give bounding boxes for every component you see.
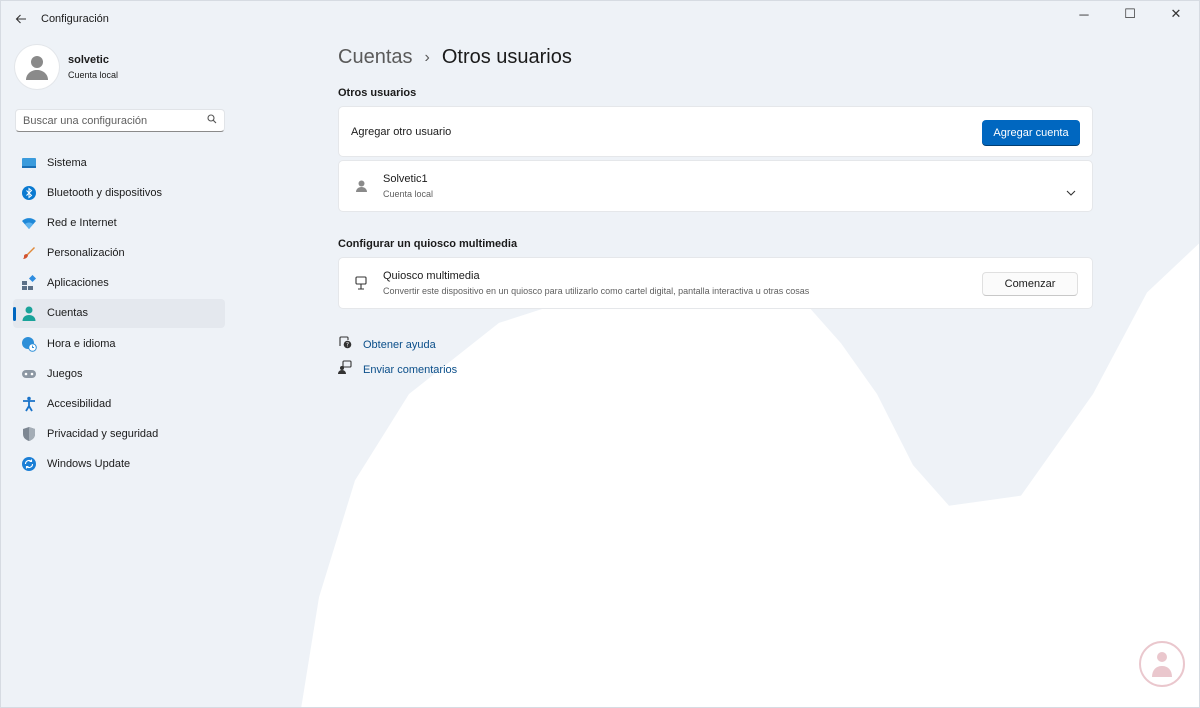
feedback-link-row[interactable]: Enviar comentarios [338,360,457,379]
sidebar-nav: Sistema Bluetooth y dispositivos Red e I… [13,148,225,480]
feedback-icon [338,360,352,379]
app-title: Configuración [41,13,109,25]
sidebar-item-windows-update[interactable]: Windows Update [13,450,225,479]
sidebar-item-personalizacion[interactable]: Personalización [13,239,225,268]
globe-clock-icon [21,336,37,352]
maximize-button[interactable]: ☐ [1107,1,1153,27]
sidebar-item-label: Windows Update [47,458,131,471]
user-account-type: Cuenta local [383,189,434,199]
title-bar: Configuración ─ ☐ ✕ [1,1,1199,37]
sidebar-item-juegos[interactable]: Juegos [13,359,225,388]
bluetooth-icon [21,185,37,201]
search-input[interactable] [23,114,207,127]
start-kiosk-button[interactable]: Comenzar [982,272,1078,296]
monitor-icon [21,155,37,171]
sidebar-item-label: Cuentas [47,307,88,320]
sidebar-item-aplicaciones[interactable]: Aplicaciones [13,269,225,298]
sidebar-item-label: Juegos [47,367,83,380]
sidebar-item-label: Bluetooth y dispositivos [47,186,162,199]
sidebar-item-cuentas[interactable]: Cuentas [13,298,225,328]
gamepad-icon [21,366,37,382]
sidebar-item-label: Aplicaciones [47,277,109,290]
person-icon [26,56,48,80]
sidebar-item-label: Accesibilidad [47,398,112,410]
add-user-label: Agregar otro usuario [351,125,452,138]
sidebar-item-label: Personalización [47,247,125,260]
accessibility-icon [21,396,37,412]
settings-window: Configuración ─ ☐ ✕ solvetic Cuenta loca… [0,0,1200,708]
sidebar-item-hora-idioma[interactable]: Hora e idioma [13,329,225,358]
shield-icon [21,426,37,442]
close-button[interactable]: ✕ [1153,1,1199,27]
search-icon[interactable] [207,114,217,127]
minimize-button[interactable]: ─ [1061,1,1107,27]
sidebar-item-sistema[interactable]: Sistema [13,148,225,177]
sidebar-item-label: Red e Internet [47,216,117,229]
sidebar-item-accesibilidad[interactable]: Accesibilidad [13,390,225,419]
chevron-right-icon: › [424,48,430,66]
profile-account-type: Cuenta local [68,70,119,80]
brush-icon [21,245,37,261]
sidebar-item-privacidad[interactable]: Privacidad y seguridad [13,420,225,449]
sidebar-item-label: Hora e idioma [47,337,116,350]
account-icon [21,305,37,322]
send-feedback-link[interactable]: Enviar comentarios [363,364,457,376]
help-icon: ? [338,335,352,354]
sidebar-item-label: Sistema [47,156,87,169]
avatar [15,45,59,89]
apps-icon [21,275,37,291]
chevron-down-icon[interactable] [1066,183,1076,201]
sidebar-item-label: Privacidad y seguridad [47,428,159,441]
user-profile[interactable]: solvetic Cuenta local [15,45,118,89]
add-account-button[interactable]: Agregar cuenta [982,120,1080,145]
search-box [15,109,225,132]
user-name: Solvetic1 [383,173,428,185]
get-help-link[interactable]: Obtener ayuda [363,339,436,351]
kiosk-description: Convertir este dispositivo en un quiosco… [383,286,810,296]
sidebar-item-red[interactable]: Red e Internet [13,208,225,237]
kiosk-title: Quiosco multimedia [383,270,480,282]
add-user-card: Agregar otro usuario Agregar cuenta [338,106,1093,157]
help-link-row[interactable]: ? Obtener ayuda [338,335,436,354]
profile-name: solvetic [68,54,109,66]
page-title: Otros usuarios [441,46,572,68]
breadcrumb-parent[interactable]: Cuentas [338,46,413,69]
section-title-other-users: Otros usuarios [338,87,417,99]
sidebar-item-bluetooth[interactable]: Bluetooth y dispositivos [13,178,225,207]
person-icon [351,180,371,192]
update-icon [21,456,37,472]
arrow-left-icon [15,14,26,24]
svg-text:?: ? [346,342,349,349]
kiosk-card: Quiosco multimedia Convertir este dispos… [338,257,1093,309]
kiosk-icon [351,276,371,290]
wifi-icon [21,215,37,231]
back-button[interactable] [3,1,39,37]
watermark-logo [1139,641,1185,687]
window-controls: ─ ☐ ✕ [1061,1,1199,27]
user-card-solvetic1[interactable]: Solvetic1 Cuenta local [338,160,1093,212]
section-title-kiosk: Configurar un quiosco multimedia [338,238,518,250]
breadcrumb: Cuentas › Otros usuarios [338,46,572,69]
